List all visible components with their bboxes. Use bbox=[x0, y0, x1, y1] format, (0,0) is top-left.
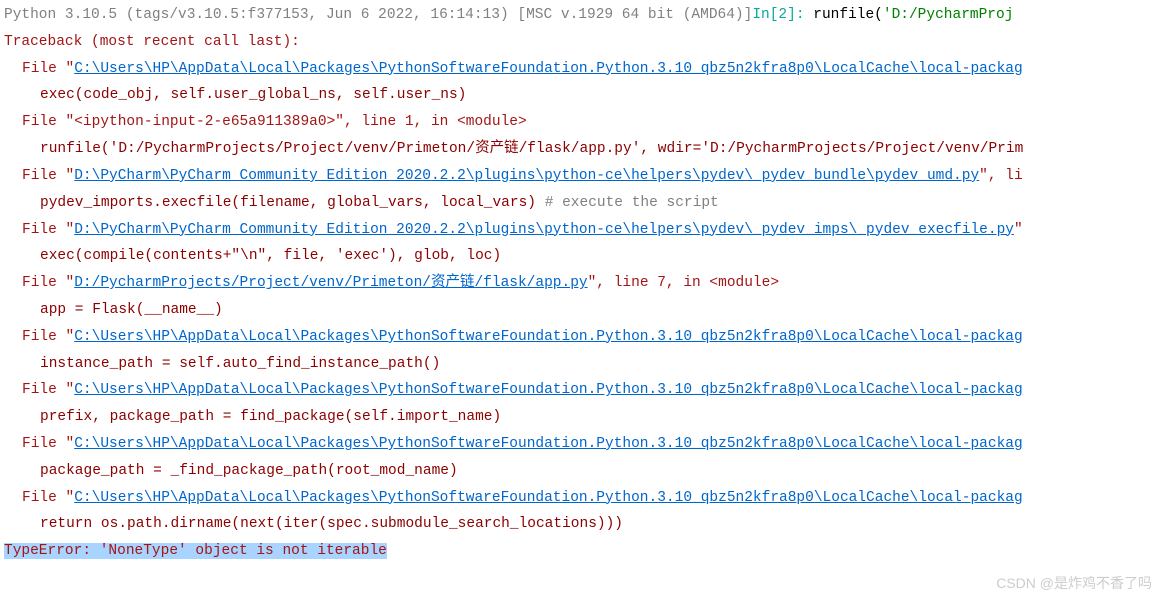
traceback-code: exec(code_obj, self.user_global_ns, self… bbox=[4, 82, 1160, 109]
traceback-code: app = Flask(__name__) bbox=[4, 297, 1160, 324]
file-path-link[interactable]: D:\PyCharm\PyCharm Community Edition 202… bbox=[74, 168, 979, 184]
watermark: CSDN @是炸鸡不香了吗 bbox=[996, 571, 1152, 597]
traceback-code: package_path = _find_package_path(root_m… bbox=[4, 458, 1160, 485]
traceback-frame: File "D:/PycharmProjects/Project/venv/Pr… bbox=[4, 270, 1160, 297]
traceback-code: pydev_imports.execfile(filename, global_… bbox=[4, 190, 1160, 217]
console-header: Python 3.10.5 (tags/v3.10.5:f377153, Jun… bbox=[4, 2, 1160, 29]
command-string: 'D:/PycharmProj bbox=[883, 7, 1014, 23]
prompt-label: In[2]: bbox=[752, 7, 804, 23]
traceback-code: exec(compile(contents+"\n", file, 'exec'… bbox=[4, 243, 1160, 270]
traceback-frame: File "D:\PyCharm\PyCharm Community Editi… bbox=[4, 217, 1160, 244]
traceback-frame: File "C:\Users\HP\AppData\Local\Packages… bbox=[4, 56, 1160, 83]
python-version: Python 3.10.5 (tags/v3.10.5:f377153, Jun… bbox=[4, 7, 752, 23]
traceback-code: return os.path.dirname(next(iter(spec.su… bbox=[4, 511, 1160, 538]
file-path-link[interactable]: C:\Users\HP\AppData\Local\Packages\Pytho… bbox=[74, 436, 1022, 452]
file-path-link[interactable]: C:\Users\HP\AppData\Local\Packages\Pytho… bbox=[74, 490, 1022, 506]
file-path-link[interactable]: D:\PyCharm\PyCharm Community Edition 202… bbox=[74, 222, 1014, 238]
traceback-frame: File "<ipython-input-2-e65a911389a0>", l… bbox=[4, 109, 1160, 136]
file-path-link[interactable]: C:\Users\HP\AppData\Local\Packages\Pytho… bbox=[74, 329, 1022, 345]
traceback-frame: File "C:\Users\HP\AppData\Local\Packages… bbox=[4, 377, 1160, 404]
traceback-header: Traceback (most recent call last): bbox=[4, 29, 1160, 56]
traceback-frame: File "D:\PyCharm\PyCharm Community Editi… bbox=[4, 163, 1160, 190]
traceback-frame: File "C:\Users\HP\AppData\Local\Packages… bbox=[4, 485, 1160, 512]
file-path-link[interactable]: C:\Users\HP\AppData\Local\Packages\Pytho… bbox=[74, 61, 1022, 77]
command-pre: runfile( bbox=[805, 7, 883, 23]
traceback-code: prefix, package_path = find_package(self… bbox=[4, 404, 1160, 431]
error-text: TypeError: 'NoneType' object is not iter… bbox=[4, 543, 387, 559]
traceback-code: runfile('D:/PycharmProjects/Project/venv… bbox=[4, 136, 1160, 163]
error-line[interactable]: TypeError: 'NoneType' object is not iter… bbox=[4, 538, 1160, 565]
traceback-frame: File "C:\Users\HP\AppData\Local\Packages… bbox=[4, 324, 1160, 351]
traceback-code: instance_path = self.auto_find_instance_… bbox=[4, 351, 1160, 378]
file-path-link[interactable]: D:/PycharmProjects/Project/venv/Primeton… bbox=[74, 275, 587, 291]
file-path-link[interactable]: C:\Users\HP\AppData\Local\Packages\Pytho… bbox=[74, 382, 1022, 398]
traceback-frame: File "C:\Users\HP\AppData\Local\Packages… bbox=[4, 431, 1160, 458]
